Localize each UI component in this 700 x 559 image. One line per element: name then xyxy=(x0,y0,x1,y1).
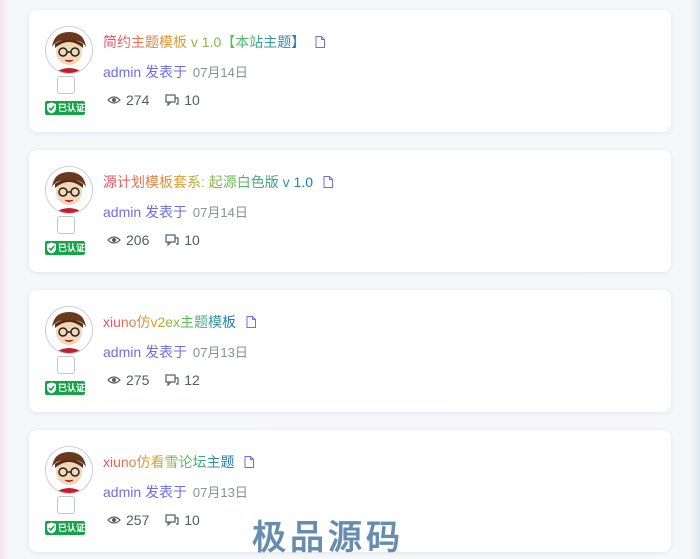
post-stats: 257 10 xyxy=(107,512,212,528)
badge-label: 已认证 xyxy=(58,243,86,253)
post-card[interactable]: 已认证 简约主题模板 v 1.0【本站主题】 admin 发表于 07月14日 … xyxy=(29,10,671,132)
post-title-link[interactable]: 源计划模板套系: 起源白色版 v 1.0 xyxy=(103,172,333,192)
verified-badge: 已认证 xyxy=(45,381,85,395)
verified-badge: 已认证 xyxy=(45,241,85,255)
post-card[interactable]: 已认证 源计划模板套系: 起源白色版 v 1.0 admin 发表于 07月14… xyxy=(29,150,671,272)
verified-badge: 已认证 xyxy=(45,521,85,535)
post-title[interactable]: 简约主题模板 v 1.0【本站主题】 xyxy=(103,34,305,50)
document-icon xyxy=(315,36,326,48)
avatar[interactable] xyxy=(45,26,93,74)
author-link[interactable]: admin xyxy=(103,484,141,500)
post-stats: 275 12 xyxy=(107,372,212,388)
comment-icon xyxy=(165,514,179,526)
comment-icon xyxy=(165,94,179,106)
post-title[interactable]: xiuno仿v2ex主题模板 xyxy=(103,314,236,330)
posted-label: 发表于 xyxy=(145,204,188,220)
author-link[interactable]: admin xyxy=(103,64,141,80)
eye-icon xyxy=(107,376,121,384)
post-meta: admin 发表于 07月13日 xyxy=(103,342,248,362)
select-checkbox[interactable] xyxy=(57,356,75,374)
post-title[interactable]: 源计划模板套系: 起源白色版 v 1.0 xyxy=(103,174,313,190)
view-count: 274 xyxy=(126,92,150,108)
post-title-link[interactable]: 简约主题模板 v 1.0【本站主题】 xyxy=(103,32,326,52)
reply-count: 10 xyxy=(184,512,200,528)
shield-check-icon xyxy=(47,382,56,394)
post-date: 07月14日 xyxy=(192,65,248,80)
view-count: 275 xyxy=(126,372,150,388)
view-count: 206 xyxy=(126,232,150,248)
posted-label: 发表于 xyxy=(145,64,188,80)
badge-label: 已认证 xyxy=(58,523,86,533)
author-link[interactable]: admin xyxy=(103,344,141,360)
post-title[interactable]: xiuno仿看雪论坛主题 xyxy=(103,454,234,470)
post-meta: admin 发表于 07月14日 xyxy=(103,202,248,222)
shield-check-icon xyxy=(47,102,56,114)
post-stats: 274 10 xyxy=(107,92,212,108)
verified-badge: 已认证 xyxy=(45,101,85,115)
post-title-link[interactable]: xiuno仿看雪论坛主题 xyxy=(103,452,255,472)
avatar[interactable] xyxy=(45,166,93,214)
posted-label: 发表于 xyxy=(145,344,188,360)
post-meta: admin 发表于 07月13日 xyxy=(103,482,248,502)
eye-icon xyxy=(107,96,121,104)
reply-count: 10 xyxy=(184,92,200,108)
post-title-link[interactable]: xiuno仿v2ex主题模板 xyxy=(103,312,256,332)
shield-check-icon xyxy=(47,242,56,254)
avatar[interactable] xyxy=(45,306,93,354)
document-icon xyxy=(246,316,256,328)
post-card[interactable]: 已认证 xiuno仿v2ex主题模板 admin 发表于 07月13日 275 … xyxy=(29,290,671,412)
eye-icon xyxy=(107,236,121,244)
badge-label: 已认证 xyxy=(58,103,86,113)
badge-label: 已认证 xyxy=(58,383,86,393)
post-meta: admin 发表于 07月14日 xyxy=(103,62,248,82)
document-icon xyxy=(244,456,255,468)
shield-check-icon xyxy=(47,522,56,534)
document-icon xyxy=(323,176,333,188)
avatar[interactable] xyxy=(45,446,93,494)
select-checkbox[interactable] xyxy=(57,216,75,234)
post-date: 07月13日 xyxy=(192,485,248,500)
comment-icon xyxy=(165,234,179,246)
reply-count: 10 xyxy=(184,232,200,248)
post-date: 07月14日 xyxy=(192,205,248,220)
posted-label: 发表于 xyxy=(145,484,188,500)
post-stats: 206 10 xyxy=(107,232,212,248)
view-count: 257 xyxy=(126,512,150,528)
post-date: 07月13日 xyxy=(192,345,248,360)
author-link[interactable]: admin xyxy=(103,204,141,220)
watermark-text: 极品源码 xyxy=(252,518,404,558)
select-checkbox[interactable] xyxy=(57,496,75,514)
select-checkbox[interactable] xyxy=(57,76,75,94)
reply-count: 12 xyxy=(184,372,200,388)
eye-icon xyxy=(107,516,121,524)
comment-icon xyxy=(165,374,179,386)
